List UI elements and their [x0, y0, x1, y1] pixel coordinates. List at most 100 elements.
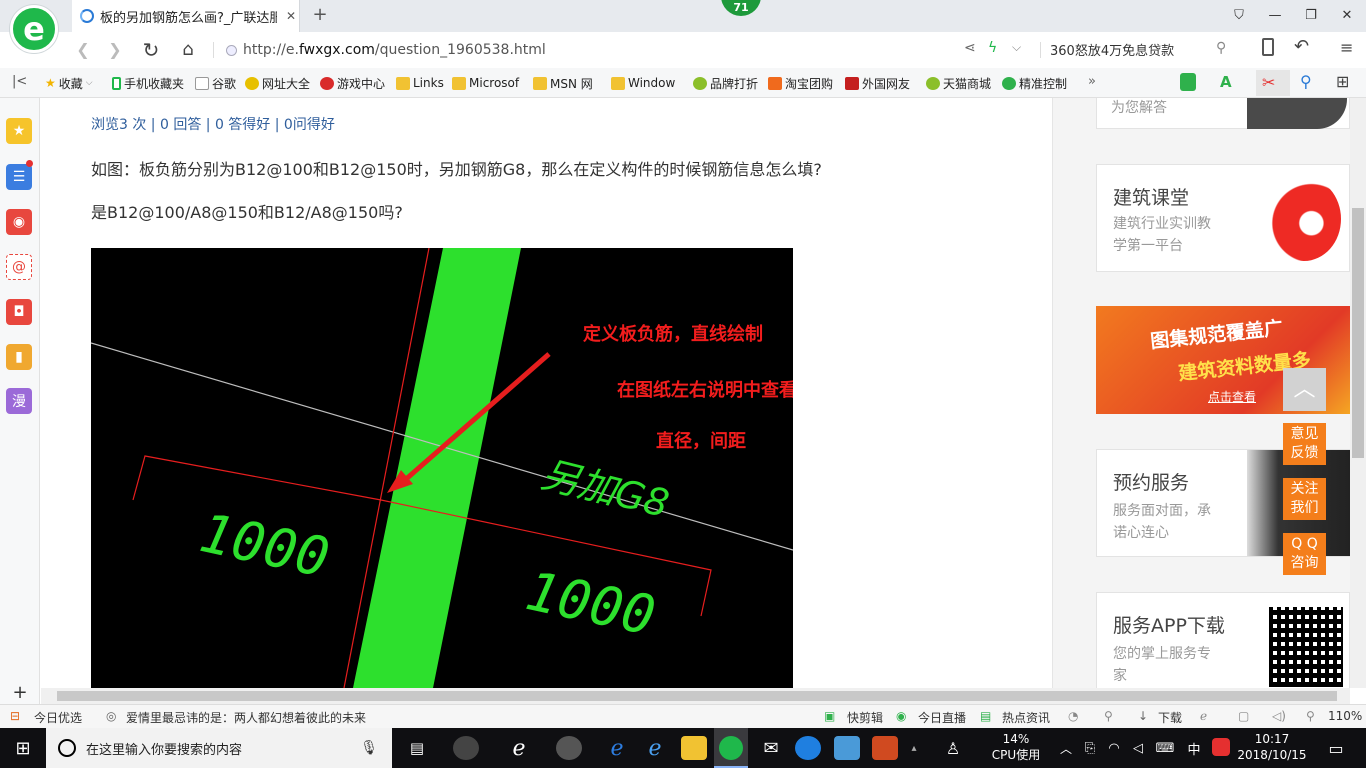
bookmark-links[interactable]: Links: [396, 74, 444, 92]
new-tab-button[interactable]: +: [308, 4, 332, 28]
status-quick-edit[interactable]: 快剪辑: [847, 709, 883, 726]
forward-button[interactable]: ❯: [102, 38, 128, 62]
shield-icon[interactable]: [1180, 73, 1196, 91]
network-device-icon[interactable]: ⎘: [1080, 728, 1100, 768]
more-bookmarks-icon[interactable]: »: [1088, 74, 1096, 89]
share-icon[interactable]: ⋖: [964, 40, 976, 56]
scissors-button[interactable]: ✂: [1256, 70, 1290, 96]
back-button[interactable]: ❮: [70, 38, 96, 62]
bookmark-taobao[interactable]: 淘宝团购: [768, 74, 833, 92]
question-stats[interactable]: 浏览3 次 | 0 回答 | 0 答得好 | 0问得好: [91, 114, 335, 134]
taskbar-scroll-icon[interactable]: ▴: [906, 728, 922, 768]
back-to-top-button[interactable]: ︿: [1283, 368, 1326, 411]
mail-icon[interactable]: @: [6, 254, 32, 280]
window-icon[interactable]: ▢: [1238, 709, 1249, 723]
qq-consult-button[interactable]: Q Q 咨询: [1283, 533, 1326, 575]
status-download[interactable]: 下载: [1158, 709, 1182, 726]
search-icon[interactable]: ⚲: [1216, 40, 1226, 56]
bookmark-windows[interactable]: Window: [611, 74, 675, 92]
bookmark-msn[interactable]: MSN 网: [533, 74, 593, 92]
game-controller-icon[interactable]: ◘: [6, 299, 32, 325]
pdf-icon[interactable]: [872, 736, 898, 760]
volume-icon[interactable]: ◁): [1272, 709, 1286, 723]
bookmark-games[interactable]: 游戏中心: [320, 74, 385, 92]
wifi-icon[interactable]: ◠: [1104, 728, 1124, 768]
news-headline[interactable]: 爱情里最忌讳的是：两人都幻想着彼此的未来: [126, 709, 366, 726]
phone-icon[interactable]: [1262, 38, 1274, 56]
file-explorer-icon[interactable]: [681, 736, 707, 760]
speaker-icon[interactable]: ◁: [1128, 728, 1148, 768]
speed-icon[interactable]: ◔: [1068, 709, 1078, 723]
task-view-icon[interactable]: ▤: [402, 728, 432, 768]
favorites-star-icon[interactable]: ★: [6, 118, 32, 144]
people-icon[interactable]: ♙: [940, 728, 966, 768]
action-center-icon[interactable]: ▭: [1318, 728, 1354, 768]
status-hot-news[interactable]: 热点资讯: [1002, 709, 1050, 726]
search-box[interactable]: 360怒放4万免息贷款: [1050, 40, 1174, 59]
notification-badge[interactable]: 71: [719, 0, 763, 18]
comic-icon[interactable]: 漫: [6, 388, 32, 414]
pin-icon[interactable]: ⚲: [1104, 709, 1113, 723]
horizontal-scrollbar[interactable]: [41, 688, 1350, 704]
apps-grid-icon[interactable]: ⊞: [1336, 72, 1349, 91]
url-field[interactable]: http://e.fwxgx.com/question_1960538.html: [226, 38, 986, 62]
ime-indicator[interactable]: 中: [1184, 728, 1204, 768]
home-button[interactable]: ⌂: [175, 38, 201, 62]
zoom-icon[interactable]: ⚲: [1306, 709, 1315, 723]
fan-app-icon[interactable]: [453, 736, 479, 760]
weibo-icon[interactable]: ◉: [6, 209, 32, 235]
minimize-button[interactable]: —: [1258, 0, 1292, 32]
magnifier-icon[interactable]: ⚲: [1300, 72, 1312, 91]
active-browser-slot[interactable]: [714, 728, 748, 768]
bookmark-urls[interactable]: 网址大全: [245, 74, 310, 92]
course-card[interactable]: 建筑课堂 建筑行业实训教 学第一平台: [1096, 164, 1350, 272]
glodon-g-icon[interactable]: [795, 736, 821, 760]
chevron-down-icon[interactable]: ⌵: [1012, 40, 1021, 55]
bookmark-foreign[interactable]: 外国网友: [845, 74, 910, 92]
follow-button[interactable]: 关注 我们: [1283, 478, 1326, 520]
collapse-icon[interactable]: |<: [12, 74, 27, 89]
status-live[interactable]: 今日直播: [918, 709, 966, 726]
lightning-icon[interactable]: ϟ: [988, 40, 997, 56]
mail-envelope-icon[interactable]: ✉: [756, 728, 786, 768]
browser-tab[interactable]: 板的另加钢筋怎么画?_广联达服 ✕: [72, 0, 300, 32]
view-link[interactable]: 点击查看: [1208, 388, 1256, 405]
ie-mode-icon[interactable]: ℯ: [1200, 709, 1207, 723]
internet-explorer-icon[interactable]: ℯ: [640, 728, 670, 768]
taskbar-search[interactable]: 在这里输入你要搜索的内容 🎙: [46, 728, 392, 768]
close-window-button[interactable]: ✕: [1330, 0, 1364, 32]
microphone-icon[interactable]: 🎙: [360, 740, 392, 756]
keyboard-icon[interactable]: ⌨: [1152, 728, 1178, 768]
edge-icon[interactable]: ℯ: [602, 728, 632, 768]
sogou-icon[interactable]: [1212, 738, 1230, 756]
bookmark-brand-discount[interactable]: 品牌打折: [693, 74, 758, 92]
app-download-card[interactable]: 服务APP下载 您的掌上服务专 家: [1096, 592, 1350, 688]
bookmark-microsoft[interactable]: Microsof: [452, 74, 519, 92]
bookmark-google[interactable]: 谷歌: [195, 74, 236, 92]
windows-start-icon[interactable]: ⊞: [0, 728, 46, 768]
news-icon[interactable]: ☰: [6, 164, 32, 190]
zoom-level[interactable]: 110%: [1328, 709, 1362, 723]
clock[interactable]: 10:17 2018/10/15: [1232, 731, 1312, 763]
show-hidden-icons[interactable]: ︿: [1056, 728, 1076, 768]
shirt-skin-icon[interactable]: ⛉: [1222, 0, 1256, 32]
app-window-icon[interactable]: [834, 736, 860, 760]
add-sidebar-button[interactable]: +: [0, 682, 40, 704]
cpu-usage[interactable]: 14% CPU使用: [986, 731, 1046, 763]
bookmark-tmall[interactable]: 天猫商城: [926, 74, 991, 92]
bookmark-mobile[interactable]: 手机收藏夹: [112, 74, 184, 92]
undo-icon[interactable]: ↶: [1294, 36, 1309, 57]
book-icon[interactable]: ▮: [6, 344, 32, 370]
browser-logo-icon[interactable]: e: [10, 5, 58, 53]
refresh-button[interactable]: ↻: [138, 38, 164, 62]
daily-picks[interactable]: 今日优选: [34, 709, 82, 726]
restore-button[interactable]: ❐: [1294, 0, 1328, 32]
answer-card[interactable]: 为您解答: [1096, 98, 1350, 129]
bookmark-favorites[interactable]: ★ 收藏 ⌵: [45, 74, 93, 92]
ie-icon[interactable]: ℯ: [504, 728, 534, 768]
translate-icon[interactable]: A: [1220, 73, 1232, 91]
menu-icon[interactable]: ≡: [1340, 38, 1353, 57]
close-tab-icon[interactable]: ✕: [283, 9, 299, 23]
bookmark-precision[interactable]: 精准控制: [1002, 74, 1067, 92]
vertical-scrollbar[interactable]: [1350, 98, 1366, 688]
